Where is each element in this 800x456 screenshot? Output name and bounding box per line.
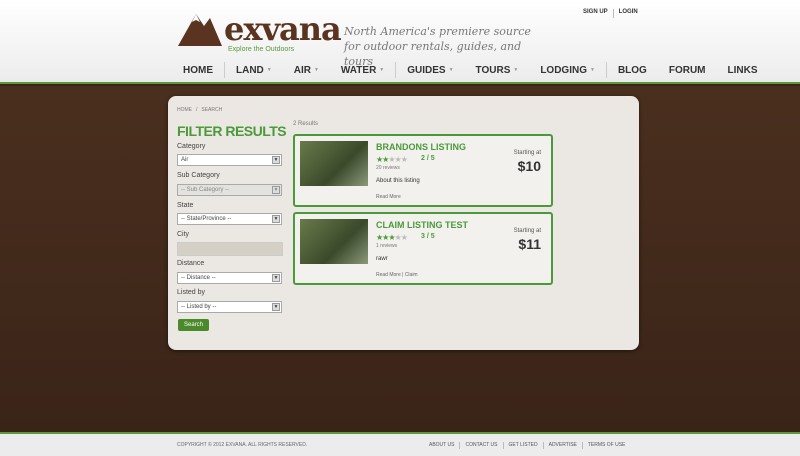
footer-links: ABOUT US CONTACT US GET LISTED ADVERTISE… [424,442,630,449]
distance-label: Distance [177,260,205,267]
chevron-down-icon: ▼ [272,303,280,311]
nav-label: AIR [293,64,311,76]
listing-description: rawr [376,256,388,262]
claim-link[interactable]: Claim [405,272,418,278]
listing-links: Read More [376,194,401,200]
category-label: Category [177,143,206,150]
breadcrumb-separator: / [196,107,198,113]
nav-item-water[interactable]: WATER ▼ [330,58,395,82]
nav-item-home[interactable]: HOME [172,58,224,82]
star-rating-icon: ★★★★★ [376,155,408,164]
listing-links: Read More | Claim [376,272,418,278]
starting-at-label: Starting at [513,150,541,156]
search-button[interactable]: Search [178,319,209,331]
city-input[interactable] [177,242,283,256]
chevron-down-icon: ▼ [272,186,280,194]
subcategory-select[interactable]: -- Sub Category -- ▼ [177,184,282,196]
distance-value: -- Distance -- [181,275,216,281]
chevron-down-icon: ▼ [272,215,280,223]
rating-value: 3 / 5 [421,233,435,240]
listedby-select[interactable]: -- Listed by -- ▼ [177,301,282,313]
distance-select[interactable]: -- Distance -- ▼ [177,272,282,284]
nav-item-blog[interactable]: BLOG [607,58,658,82]
chevron-down-icon: ▼ [266,67,272,73]
state-value: -- State/Province -- [181,216,232,222]
state-select[interactable]: -- State/Province -- ▼ [177,213,282,225]
star-rating-icon: ★★★★★ [376,233,408,242]
nav-label: TOURS [475,64,511,76]
footer-link-about[interactable]: ABOUT US [424,442,459,449]
nav-item-tours[interactable]: TOURS ▼ [465,58,530,82]
nav-item-air[interactable]: AIR ▼ [283,58,330,82]
nav-item-guides[interactable]: GUIDES ▼ [396,58,464,82]
footer-link-terms[interactable]: TERMS OF USE [583,442,631,449]
copyright: COPYRIGHT © 2012 EXVANA. ALL RIGHTS RESE… [177,442,308,448]
nav-item-forum[interactable]: FORUM [658,58,717,82]
chevron-down-icon: ▼ [448,67,454,73]
listing-description: About this listing [376,178,420,184]
nav-label: HOME [183,64,213,76]
logo-name: exvana [224,10,342,48]
subcategory-label: Sub Category [177,172,220,179]
listing-price: $10 [517,158,541,174]
footer-link-advertise[interactable]: ADVERTISE [544,442,582,449]
category-value: Air [181,157,189,163]
nav-label: LAND [236,64,264,76]
listing-title[interactable]: BRANDONS LISTING [376,142,466,152]
mountain-icon [178,14,222,46]
review-count[interactable]: 20 reviews [376,165,400,171]
starting-at-label: Starting at [513,228,541,234]
top-links: SIGN UP LOGIN [578,9,643,18]
listedby-label: Listed by [177,289,206,296]
listing-thumbnail[interactable] [300,141,368,186]
listing-card[interactable]: CLAIM LISTING TEST ★★★★★ 3 / 5 1 reviews… [293,212,553,285]
nav-item-land[interactable]: LAND ▼ [225,58,283,82]
state-label: State [177,202,194,209]
site-footer [0,432,800,456]
chevron-down-icon: ▼ [313,67,319,73]
breadcrumb-current: SEARCH [201,107,223,113]
category-select[interactable]: Air ▼ [177,154,282,166]
main-nav: HOME LAND ▼ AIR ▼ WATER ▼ GUIDES ▼ TOURS ▼ LO… [172,58,769,82]
breadcrumb-home[interactable]: HOME [177,107,192,113]
results-count: 2 Results [293,121,319,127]
review-count[interactable]: 1 reviews [376,243,397,249]
nav-item-lodging[interactable]: LODGING ▼ [529,58,606,82]
listing-title[interactable]: CLAIM LISTING TEST [376,220,468,230]
nav-item-links[interactable]: LINKS [717,58,769,82]
breadcrumb: HOME / SEARCH [177,107,222,113]
nav-label: FORUM [668,64,706,76]
chevron-down-icon: ▼ [379,67,385,73]
read-more-link[interactable]: Read More [376,194,401,200]
listing-thumbnail[interactable] [300,219,368,264]
listedby-value: -- Listed by -- [181,304,217,310]
logo[interactable]: exvana Explore the Outdoors [178,6,342,56]
nav-label: WATER [340,64,377,76]
login-link[interactable]: LOGIN [614,9,643,18]
read-more-link[interactable]: Read More [376,272,401,278]
listing-price: $11 [518,236,541,252]
chevron-down-icon: ▼ [272,156,280,164]
city-label: City [177,231,190,238]
chevron-down-icon: ▼ [590,67,595,73]
chevron-down-icon: ▼ [272,274,280,282]
subcategory-value: -- Sub Category -- [181,187,230,193]
filter-title: FILTER RESULTS [177,123,287,139]
chevron-down-icon: ▼ [513,67,519,73]
nav-label: LODGING [540,64,587,76]
signup-link[interactable]: SIGN UP [578,9,613,18]
nav-label: GUIDES [407,64,446,76]
footer-link-contact[interactable]: CONTACT US [460,442,502,449]
rating-value: 2 / 5 [421,155,435,162]
nav-label: LINKS [727,64,758,76]
logo-tagline: Explore the Outdoors [228,46,295,53]
footer-link-get-listed[interactable]: GET LISTED [504,442,543,449]
listing-card[interactable]: BRANDONS LISTING ★★★★★ 2 / 5 20 reviews … [293,134,553,207]
nav-label: BLOG [617,64,647,76]
